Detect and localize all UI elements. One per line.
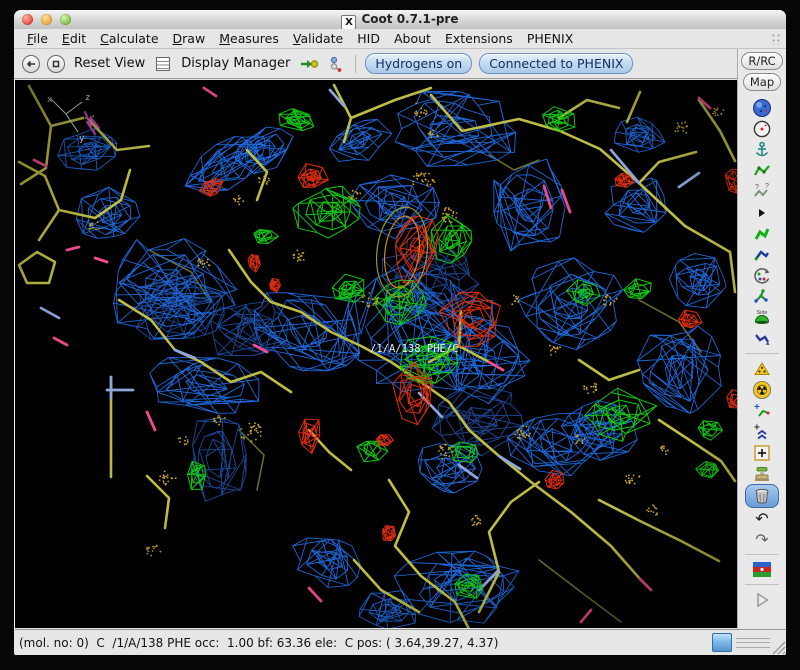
undo-icon: ↶ — [755, 511, 768, 527]
refine-zone-button[interactable] — [747, 160, 777, 181]
refine-zone-icon — [752, 161, 772, 181]
rotamers-icon: ?? — [752, 182, 772, 202]
flip-peptide-icon — [752, 245, 772, 265]
go-to-atom-icon[interactable] — [299, 54, 319, 74]
toolbar-separator — [745, 554, 779, 555]
window-title-area: X Coot 0.7.1-pre — [14, 10, 786, 29]
svg-text:?: ? — [765, 183, 769, 190]
menu-draw[interactable]: Draw — [166, 31, 213, 46]
add-alt-conf-icon: + — [752, 422, 772, 442]
simple-mutate-icon — [752, 464, 772, 484]
recentre-sphere-icon — [752, 98, 772, 118]
run-script-button[interactable] — [747, 589, 777, 610]
add-alt-conf-button[interactable]: + — [747, 421, 777, 442]
titlebar[interactable]: X Coot 0.7.1-pre — [14, 10, 786, 30]
add-terminal-residue-button[interactable]: + — [747, 400, 777, 421]
edit-backbone-button[interactable] — [747, 286, 777, 307]
desktop-background: { "window":{"title":"Coot 0.7.1-pre","ti… — [0, 0, 800, 670]
record-stop-button[interactable] — [47, 55, 65, 73]
stop-square-icon — [49, 57, 63, 71]
delete-item-button[interactable] — [745, 484, 779, 508]
menu-validate[interactable]: Validate — [286, 31, 350, 46]
rotate-translate-icon — [752, 266, 772, 286]
recentre-sphere-button[interactable] — [747, 97, 777, 118]
flip-peptide-button[interactable] — [747, 244, 777, 265]
resize-grip[interactable] — [768, 637, 786, 655]
simple-mutate-button[interactable] — [747, 463, 777, 484]
coot-window: X Coot 0.7.1-pre FileEditCalculateDrawMea… — [14, 10, 786, 655]
viewport-3d[interactable]: xyz/1/A/138 PHE/C — [15, 80, 737, 628]
clock-icon — [752, 119, 772, 139]
right-panel: R/RC Map ?? Side ☢ + + ↶ ↷ — [737, 49, 786, 655]
statusbar: (mol. no: 0) C /1/A/138 PHE occ: 1.00 bf… — [15, 629, 710, 655]
map-button[interactable]: Map — [743, 73, 781, 91]
redo-button[interactable]: ↷ — [747, 529, 777, 550]
scrollbar-track[interactable] — [736, 638, 770, 648]
anchor-button[interactable] — [747, 139, 777, 160]
menubar: FileEditCalculateDrawMeasuresValidateHID… — [14, 29, 786, 49]
model-toolbar: ?? Side ☢ + + ↶ ↷ — [738, 97, 786, 610]
place-atom-icon — [752, 443, 772, 463]
toolbar: Reset View Display Manager Hydrogens on … — [14, 49, 737, 79]
side-chain-180-button[interactable]: Side — [747, 307, 777, 328]
chi-angles-button[interactable] — [747, 223, 777, 244]
x11-icon: X — [341, 15, 356, 30]
back-arrow-icon — [24, 57, 38, 71]
flag-icon — [752, 562, 772, 577]
menu-edit[interactable]: Edit — [55, 31, 93, 46]
hydrogens-toggle-button[interactable]: Hydrogens on — [365, 53, 472, 74]
edit-backbone-icon — [752, 287, 772, 307]
mutate-autofit-button[interactable]: ☢ — [747, 379, 777, 400]
rrc-button[interactable]: R/RC — [741, 52, 782, 70]
status-text: (mol. no: 0) C /1/A/138 PHE occ: 1.00 bf… — [19, 636, 498, 650]
mutate-icon — [752, 359, 772, 379]
menu-about[interactable]: About — [387, 31, 438, 46]
molecule-icon[interactable] — [326, 54, 346, 74]
chi-angles-icon — [752, 224, 772, 244]
svg-text:?: ? — [755, 184, 759, 191]
expand-button[interactable] — [747, 202, 777, 223]
menu-phenix[interactable]: PHENIX — [520, 31, 580, 46]
phenix-connection-button[interactable]: Connected to PHENIX — [479, 53, 633, 74]
toolbar-separator — [745, 584, 779, 585]
back-button[interactable] — [22, 55, 40, 73]
menu-measures[interactable]: Measures — [212, 31, 286, 46]
flag-button[interactable] — [747, 559, 777, 580]
menubar-grip[interactable] — [771, 33, 781, 45]
svg-text:☢: ☢ — [756, 382, 769, 398]
delete-item-icon — [752, 486, 772, 506]
svg-text:+: + — [754, 422, 760, 433]
edit-chi-button[interactable] — [747, 328, 777, 349]
undo-button[interactable]: ↶ — [747, 508, 777, 529]
side-chain-180-icon: Side — [752, 308, 772, 328]
toolbar-separator — [745, 353, 779, 354]
menu-file[interactable]: File — [20, 31, 55, 46]
display-manager-icon — [154, 55, 172, 73]
run-script-icon — [752, 590, 772, 610]
add-terminal-residue-icon: + — [752, 401, 772, 421]
menu-extensions[interactable]: Extensions — [438, 31, 520, 46]
place-atom-button[interactable] — [747, 442, 777, 463]
rotamers-button[interactable]: ?? — [747, 181, 777, 202]
clock-button[interactable] — [747, 118, 777, 139]
display-manager-button[interactable]: Display Manager — [179, 56, 292, 71]
reset-view-button[interactable]: Reset View — [72, 56, 147, 71]
hscrollbar-thumb[interactable] — [712, 633, 732, 652]
rotate-translate-button[interactable] — [747, 265, 777, 286]
mutate-autofit-icon: ☢ — [752, 380, 772, 400]
mutate-button[interactable] — [747, 358, 777, 379]
anchor-icon — [752, 140, 772, 160]
redo-icon: ↷ — [755, 532, 768, 548]
svg-text:+: + — [754, 402, 760, 413]
toolbar-separator — [355, 55, 356, 73]
menu-hid[interactable]: HID — [350, 31, 387, 46]
window-title: Coot 0.7.1-pre — [361, 12, 458, 26]
bottom-right-corner — [710, 629, 786, 655]
menu-calculate[interactable]: Calculate — [93, 31, 165, 46]
expand-icon — [752, 203, 772, 223]
edit-chi-icon — [752, 329, 772, 349]
